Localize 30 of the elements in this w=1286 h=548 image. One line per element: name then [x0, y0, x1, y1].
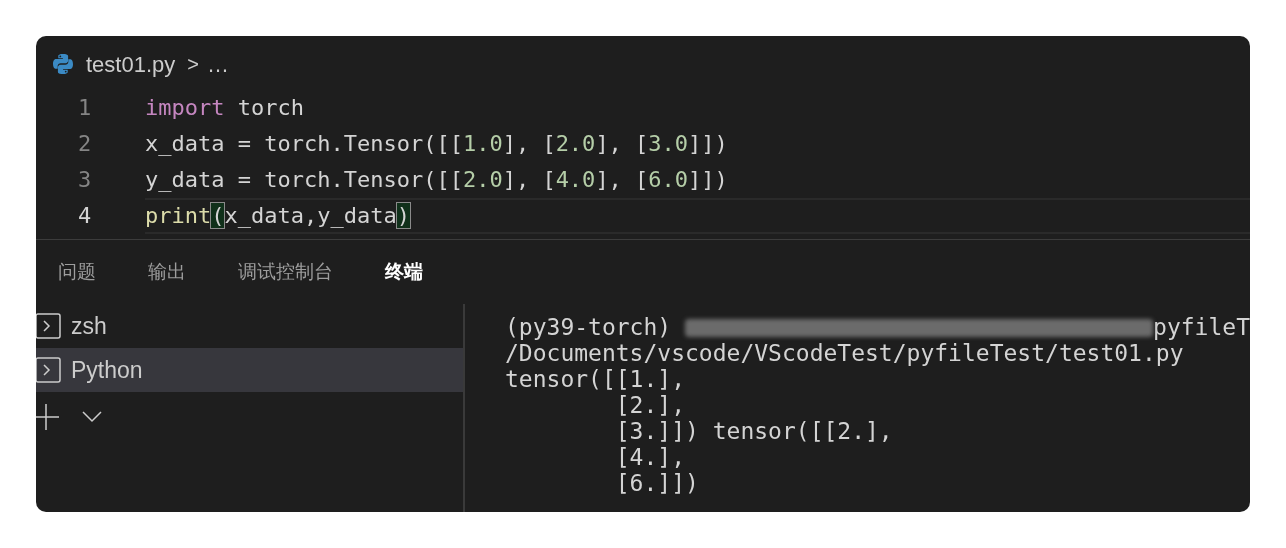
terminal-icon [36, 357, 61, 383]
terminal-icon [36, 313, 61, 339]
terminal-text: pyfileT [1153, 314, 1250, 340]
add-icon[interactable] [36, 404, 60, 430]
code-line: y_data = torch.Tensor([[2.0], [4.0], [6.0]]) [145, 166, 729, 194]
terminal-text: /Documents/vscode/VScodeTest/pyfileTest/test01.py [505, 340, 1184, 366]
panel-tab[interactable]: 输出 [148, 257, 186, 287]
terminal-text: [2.], [614, 392, 685, 418]
panel-tab[interactable]: 问题 [58, 257, 96, 287]
chevron-down-icon[interactable] [82, 411, 102, 423]
code-line: import torch [145, 94, 305, 122]
terminal-text: [4.], [614, 444, 685, 470]
terminal-text: [3.]]) tensor([[2.], [614, 418, 893, 444]
line-number: 2 [77, 130, 93, 158]
panel-tab[interactable]: 终端 [385, 257, 423, 287]
python-logo-icon [52, 53, 74, 75]
code-line: print(x_data,y_data) [145, 198, 1250, 234]
code-line: x_data = torch.Tensor([[1.0], [2.0], [3.0]]) [145, 130, 729, 158]
panel-tab[interactable]: 调试控制台 [238, 257, 333, 287]
terminal-text: tensor([[1.], [505, 366, 685, 392]
terminal-text: (py39-torch) [505, 314, 673, 340]
line-number: 1 [77, 94, 93, 122]
terminal-text: [6.]]) [614, 470, 699, 496]
terminal-item[interactable]: Python [36, 348, 463, 392]
file-name[interactable]: test01.py [86, 47, 176, 81]
terminal-item[interactable]: zsh [36, 304, 463, 348]
breadcrumb-more[interactable]: … [206, 47, 229, 81]
line-number: 4 [77, 202, 93, 230]
line-number: 3 [77, 166, 93, 194]
breadcrumb-separator: > [187, 52, 199, 77]
